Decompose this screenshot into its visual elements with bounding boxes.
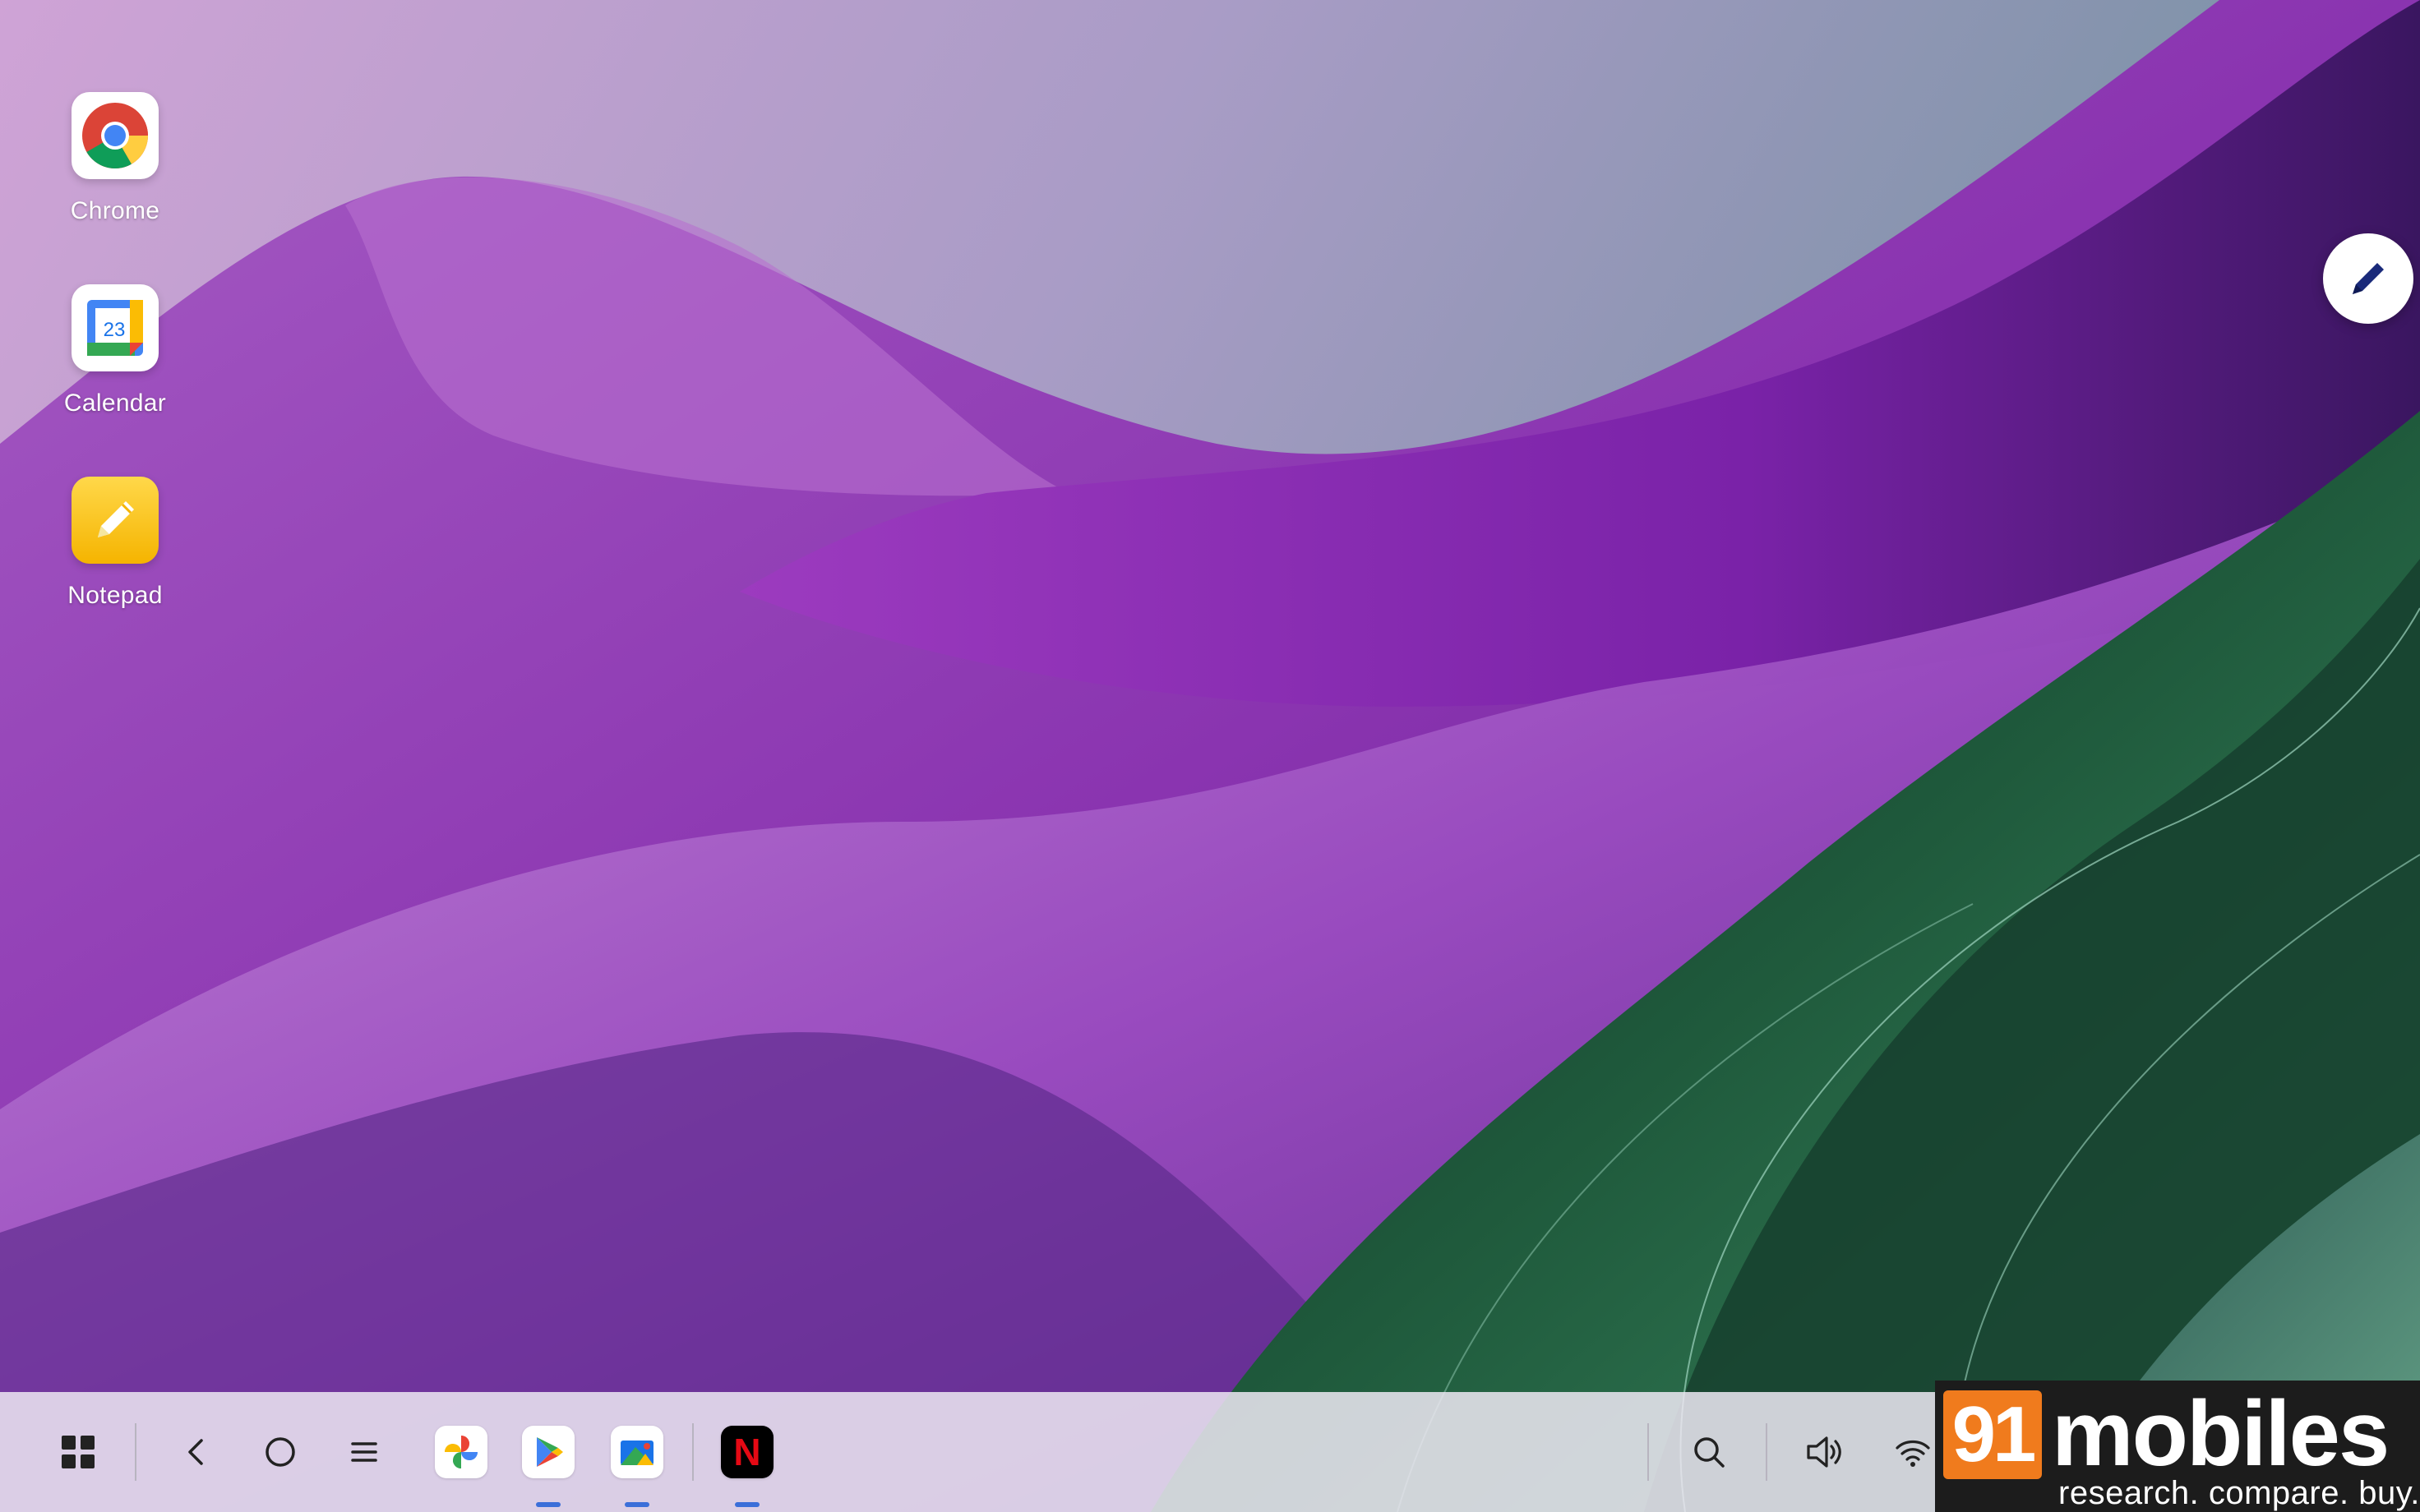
desktop-icon-notepad[interactable]: Notepad xyxy=(49,477,181,610)
photos-icon xyxy=(435,1426,487,1478)
taskbar-app-netflix[interactable]: N xyxy=(718,1418,776,1486)
desktop-icon-calendar[interactable]: 23 Calendar xyxy=(49,284,181,417)
stylus-button[interactable] xyxy=(2323,233,2413,324)
taskbar-app-photos[interactable] xyxy=(432,1418,490,1486)
volume-icon xyxy=(1807,1436,1841,1468)
home-button[interactable] xyxy=(252,1418,309,1486)
taskbar-app-files[interactable] xyxy=(608,1418,666,1486)
netflix-icon: N xyxy=(721,1426,774,1478)
files-icon xyxy=(611,1426,663,1478)
taskbar-divider xyxy=(135,1423,136,1481)
watermark-tagline: research. compare. buy. xyxy=(2058,1475,2420,1511)
running-indicator xyxy=(735,1502,760,1507)
apps-grid-button[interactable] xyxy=(49,1418,107,1486)
home-icon xyxy=(266,1437,295,1467)
recents-button[interactable] xyxy=(335,1418,393,1486)
back-icon xyxy=(188,1439,203,1465)
running-indicator xyxy=(625,1502,649,1507)
notepad-icon xyxy=(72,477,159,564)
desktop-icon-label: Calendar xyxy=(63,390,167,417)
taskbar-divider xyxy=(692,1423,694,1481)
wifi-button[interactable] xyxy=(1884,1418,1942,1486)
taskbar-app-play-store[interactable] xyxy=(520,1418,577,1486)
chrome-icon xyxy=(72,92,159,179)
running-indicator xyxy=(536,1502,561,1507)
desktop-icon-label: Notepad xyxy=(67,582,163,609)
watermark-brand: mobiles xyxy=(2052,1382,2390,1485)
calendar-date: 23 xyxy=(104,319,126,341)
taskbar-divider xyxy=(1647,1423,1649,1481)
back-button[interactable] xyxy=(168,1418,225,1486)
taskbar-divider xyxy=(1766,1423,1767,1481)
desktop-icon-chrome[interactable]: Chrome xyxy=(49,92,181,225)
play-store-icon xyxy=(522,1426,575,1478)
recents-icon xyxy=(351,1442,377,1462)
search-icon xyxy=(1694,1437,1725,1468)
calendar-icon: 23 xyxy=(72,284,159,371)
desktop-icon-label: Chrome xyxy=(70,197,160,224)
netflix-letter: N xyxy=(733,1431,761,1473)
apps-grid-icon xyxy=(62,1436,95,1468)
pen-icon xyxy=(2353,263,2384,294)
search-button[interactable] xyxy=(1680,1418,1738,1486)
desktop-wallpaper xyxy=(0,0,2420,1512)
volume-button[interactable] xyxy=(1795,1418,1853,1486)
watermark-logo: 91 mobiles research. compare. buy. xyxy=(1935,1381,2420,1512)
watermark-badge: 91 xyxy=(1943,1390,2042,1479)
wifi-icon xyxy=(1896,1440,1930,1467)
